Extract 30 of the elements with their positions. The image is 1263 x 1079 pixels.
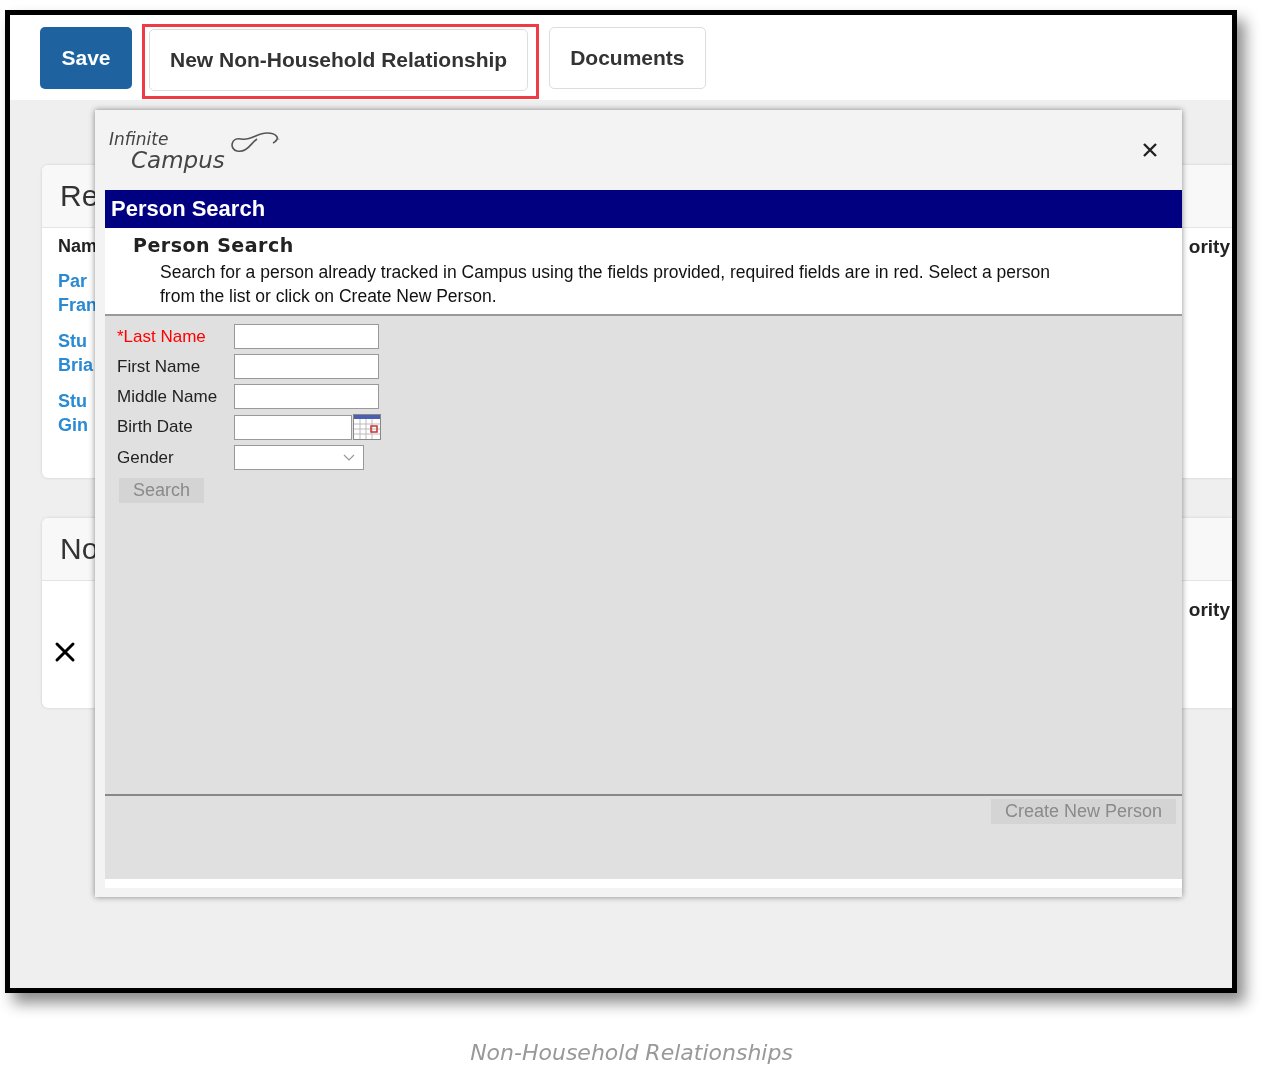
input-field[interactable] bbox=[234, 354, 379, 379]
field-label: *Last Name bbox=[117, 326, 207, 347]
toolbar-button[interactable]: Documents bbox=[549, 26, 706, 89]
save-button[interactable]: Save bbox=[40, 26, 132, 89]
card-title: Re bbox=[60, 179, 99, 213]
input-field[interactable] bbox=[234, 324, 379, 349]
logo-text: Campus bbox=[130, 149, 225, 171]
logo-text: Infinite bbox=[109, 129, 170, 149]
relationship-link[interactable]: Stu Bria bbox=[58, 329, 94, 377]
section-heading: Person Search bbox=[133, 234, 295, 256]
date-field[interactable] bbox=[234, 414, 352, 440]
column-header: ority bbox=[1188, 236, 1230, 259]
column-header: ority bbox=[1188, 599, 1230, 622]
close-icon[interactable] bbox=[1142, 142, 1158, 158]
dropdown[interactable] bbox=[234, 445, 364, 470]
column-header: Nam bbox=[58, 236, 97, 257]
relationship-link[interactable]: Par Fran bbox=[58, 269, 94, 317]
field-label: Middle Name bbox=[117, 386, 219, 407]
relationship-link[interactable]: Stu Gin bbox=[58, 389, 94, 437]
calendar-icon[interactable] bbox=[353, 414, 381, 440]
description-text: Search for a person already tracked in Campus using the fields provided, required fields are in red. Select a person from the list or click on Create New Person. bbox=[159, 261, 1052, 308]
input-field[interactable] bbox=[234, 384, 379, 409]
dialog-title-bar: Person Search bbox=[105, 190, 1182, 228]
toolbar-button[interactable]: New Non-Household Relationship bbox=[149, 28, 529, 91]
figure-caption: Non-Household Relationships bbox=[469, 1040, 794, 1065]
field-label: Gender bbox=[117, 447, 175, 468]
field-label: Birth Date bbox=[117, 417, 194, 437]
x-mark-icon bbox=[54, 641, 76, 663]
chevron-icon bbox=[343, 453, 355, 462]
field-label: First Name bbox=[117, 356, 202, 377]
